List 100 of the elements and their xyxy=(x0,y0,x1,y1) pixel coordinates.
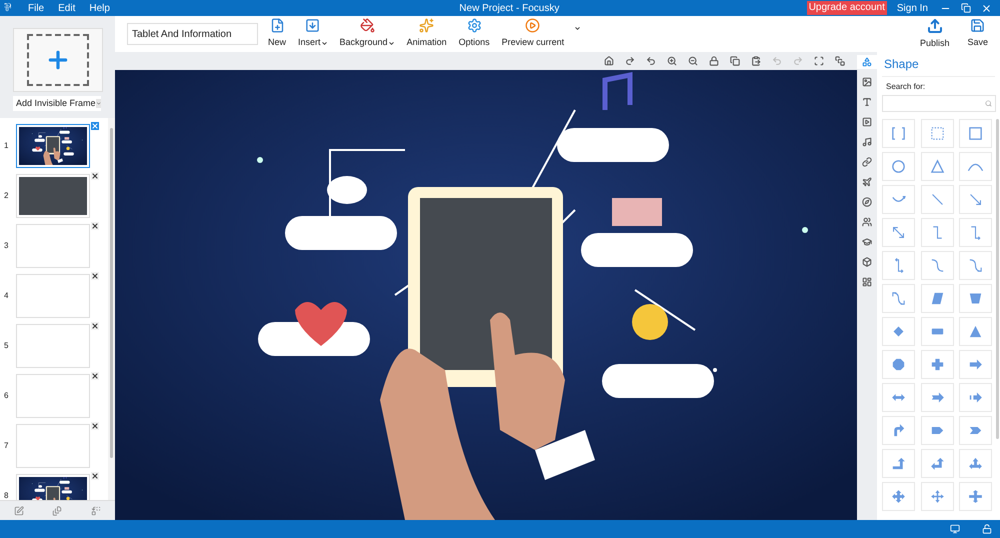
select-frame-icon[interactable] xyxy=(814,56,824,66)
scrollbar[interactable] xyxy=(108,118,115,500)
side-tab[interactable] xyxy=(857,55,877,69)
frame-number: 5 xyxy=(3,340,10,352)
frame-number: 1 xyxy=(3,140,10,152)
sign-in-link[interactable]: Sign In xyxy=(896,0,928,16)
more-caret-icon[interactable] xyxy=(574,24,582,32)
zoom-out-icon[interactable] xyxy=(688,56,698,66)
close-icon[interactable] xyxy=(981,2,992,14)
menu-item[interactable]: Edit xyxy=(56,0,78,16)
bracket-icon xyxy=(890,125,907,142)
restore-icon[interactable] xyxy=(961,3,971,13)
lock-icon[interactable] xyxy=(709,56,719,66)
shape-button[interactable] xyxy=(920,284,954,313)
paste-icon[interactable] xyxy=(751,56,761,66)
shape-button[interactable] xyxy=(882,185,915,214)
delete-frame-icon[interactable] xyxy=(91,322,99,330)
shape-button[interactable] xyxy=(882,482,915,511)
delete-frame-icon[interactable] xyxy=(91,472,99,480)
window-title: New Project - Focusky xyxy=(459,2,560,16)
project-name-field[interactable]: Tablet And Information xyxy=(127,23,258,45)
shape-button[interactable] xyxy=(882,152,915,181)
frame-number: 8 xyxy=(3,490,10,500)
frame-thumbnail[interactable] xyxy=(16,124,90,168)
app-icon: ⅌ xyxy=(4,0,16,16)
shape-button[interactable] xyxy=(920,350,954,379)
shape-button[interactable] xyxy=(920,119,954,148)
publish-button[interactable]: Publish xyxy=(920,18,950,50)
copy-icon[interactable] xyxy=(730,56,740,66)
shape-button[interactable] xyxy=(920,152,954,181)
toolbar-button[interactable]: Background xyxy=(338,18,397,50)
shape-button[interactable] xyxy=(959,119,992,148)
add-frame-button[interactable] xyxy=(12,28,102,92)
caret-icon xyxy=(96,99,101,108)
shape-button[interactable] xyxy=(882,317,915,346)
delete-frame-icon[interactable] xyxy=(91,172,99,180)
shape-button[interactable] xyxy=(959,317,992,346)
link-icon xyxy=(862,157,872,167)
shape-button[interactable] xyxy=(882,350,915,379)
shape-button[interactable] xyxy=(920,251,954,280)
three-way-arrow-icon xyxy=(967,455,984,472)
upgrade-button[interactable]: Upgrade account xyxy=(806,1,887,15)
delete-frame-icon[interactable] xyxy=(91,372,99,380)
shape-button[interactable] xyxy=(959,482,992,511)
zoom-in-icon[interactable] xyxy=(667,56,677,66)
shape-button[interactable] xyxy=(882,449,915,478)
shape-button[interactable] xyxy=(959,251,992,280)
edit-icon[interactable] xyxy=(14,506,24,516)
shape-button[interactable] xyxy=(920,449,954,478)
toolbar-button[interactable]: Insert xyxy=(296,18,330,50)
rotate-left-icon[interactable] xyxy=(646,56,656,66)
frame-type-dropdown[interactable]: Add Invisible Frame xyxy=(13,96,101,111)
rectangle-icon xyxy=(967,125,984,142)
shape-button[interactable] xyxy=(920,218,954,247)
search-icon xyxy=(985,100,992,107)
shape-button[interactable] xyxy=(920,317,954,346)
toolbar-button[interactable]: Animation xyxy=(404,18,449,50)
shape-button[interactable] xyxy=(959,449,992,478)
layers-icon[interactable] xyxy=(835,56,845,66)
shape-button[interactable] xyxy=(882,119,915,148)
home-icon[interactable] xyxy=(604,56,614,66)
menu-item[interactable]: Help xyxy=(87,0,112,16)
shape-button[interactable] xyxy=(920,416,954,445)
shape-button[interactable] xyxy=(882,416,915,445)
caret-icon xyxy=(320,40,328,46)
shape-button[interactable] xyxy=(882,218,915,247)
replace-icon[interactable] xyxy=(90,506,101,516)
toolbar-button[interactable]: Preview current xyxy=(500,18,566,50)
shapes-icon xyxy=(862,57,872,67)
shape-button[interactable] xyxy=(882,383,915,412)
shape-button[interactable] xyxy=(959,185,992,214)
toolbar-button[interactable]: Options xyxy=(456,18,492,50)
undo-icon[interactable] xyxy=(772,56,782,66)
rotate-right-icon[interactable] xyxy=(625,56,635,66)
circle-icon xyxy=(890,158,907,175)
shape-button[interactable] xyxy=(920,383,954,412)
shape-button[interactable] xyxy=(882,284,915,313)
toolbar-button[interactable]: New xyxy=(266,18,288,50)
delete-frame-icon[interactable] xyxy=(91,272,99,280)
frame-number: 3 xyxy=(3,240,10,252)
shape-button[interactable] xyxy=(882,251,915,280)
cross-arrow-icon xyxy=(967,488,984,505)
unlock-icon[interactable] xyxy=(982,524,992,534)
menu-item[interactable]: File xyxy=(26,0,46,16)
plane-icon xyxy=(862,177,872,187)
upload-icon xyxy=(926,18,943,34)
shape-button[interactable] xyxy=(920,482,954,511)
delete-frame-icon[interactable] xyxy=(91,422,99,430)
save-button[interactable]: Save xyxy=(967,18,988,50)
shape-button[interactable] xyxy=(959,350,992,379)
shape-button[interactable] xyxy=(959,416,992,445)
save-icon xyxy=(970,18,986,34)
shape-button[interactable] xyxy=(959,152,992,181)
shape-button[interactable] xyxy=(959,383,992,412)
present-icon[interactable] xyxy=(950,524,960,534)
search-field[interactable] xyxy=(882,95,996,112)
shape-button[interactable] xyxy=(959,218,992,247)
delete-frame-icon[interactable] xyxy=(91,222,99,230)
redo-icon[interactable] xyxy=(793,56,803,66)
shape-button[interactable] xyxy=(959,284,992,313)
